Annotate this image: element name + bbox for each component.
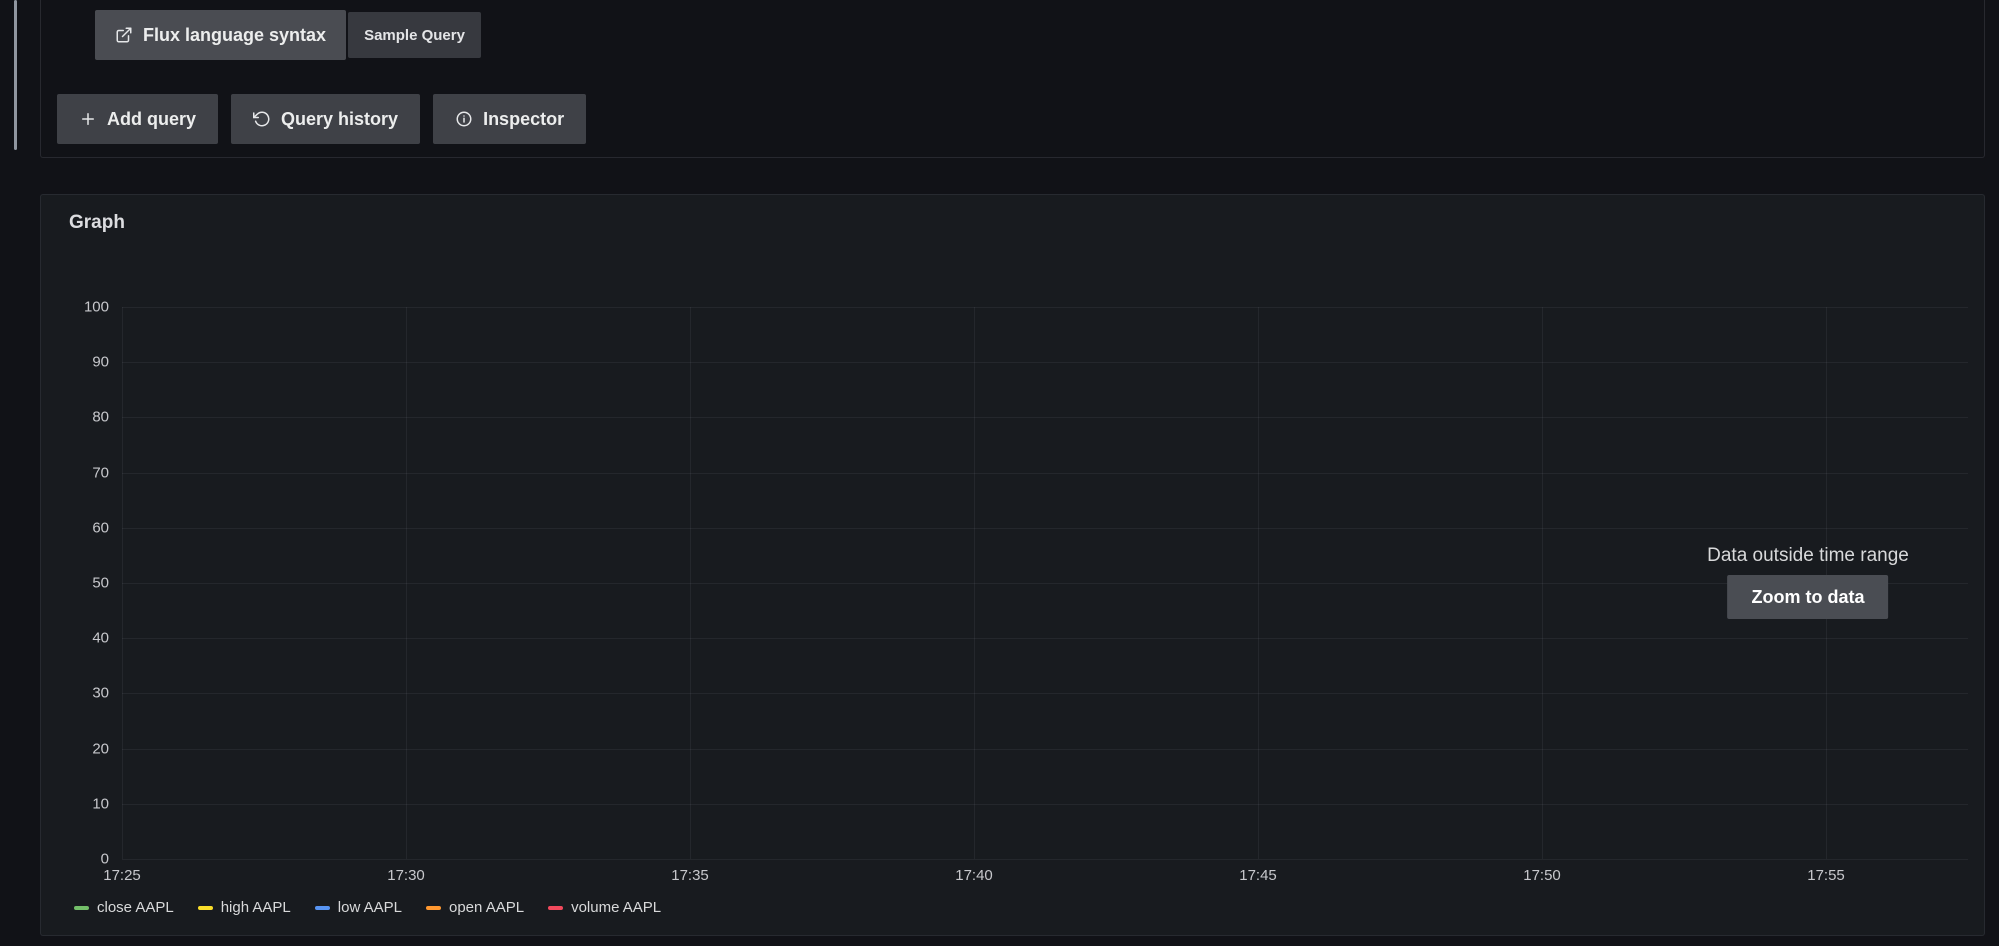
x-axis-tick-label: 17:30 <box>387 867 425 884</box>
query-actions-row: Add query Query history Inspector <box>57 94 587 144</box>
plus-icon <box>79 110 97 128</box>
external-link-icon <box>115 26 133 44</box>
legend-item[interactable]: close AAPL <box>74 899 174 916</box>
scrollbar-thumb[interactable] <box>14 0 17 150</box>
x-axis-tick-label: 17:45 <box>1239 867 1277 884</box>
gridline-vertical <box>974 307 975 859</box>
gridline-horizontal <box>122 693 1968 695</box>
legend-item[interactable]: open AAPL <box>426 899 524 916</box>
gridline-horizontal <box>122 748 1968 750</box>
panel-title: Graph <box>69 212 125 233</box>
legend-series-label: high AAPL <box>220 899 291 916</box>
y-axis-tick-label: 20 <box>92 740 109 758</box>
legend-item[interactable]: volume AAPL <box>548 899 661 916</box>
legend: close AAPL high AAPL low AAPL open AAPL volu… <box>74 899 661 916</box>
x-axis: 17:25 17:30 17:35 17:40 17:45 17:50 17:55 <box>103 867 1968 887</box>
y-axis-tick-label: 0 <box>100 850 109 868</box>
page: { "colors": { "page_bg": "#111217", "pan… <box>0 0 1999 946</box>
legend-series-swatch <box>314 905 330 910</box>
legend-series-swatch <box>74 905 89 910</box>
legend-series-label: close AAPL <box>97 899 174 916</box>
add-query-label: Add query <box>107 108 197 129</box>
y-axis-tick-label: 90 <box>92 353 109 371</box>
query-history-button[interactable]: Query history <box>231 94 421 144</box>
gridline-vertical <box>1542 307 1543 859</box>
gridline-horizontal <box>122 307 1968 308</box>
y-axis: 0 10 20 30 40 50 60 70 80 90 100 <box>41 299 109 868</box>
graph-panel: Graph 0 10 20 30 40 50 60 70 80 90 100 Data outsid… <box>40 194 1985 936</box>
y-axis-tick-label: 60 <box>92 519 109 537</box>
gridline-vertical <box>1258 307 1259 859</box>
inspector-button[interactable]: Inspector <box>433 94 587 144</box>
sample-query-label: Sample Query <box>364 26 465 44</box>
y-axis-tick-label: 80 <box>92 408 109 426</box>
sample-query-button[interactable]: Sample Query <box>348 12 481 58</box>
history-icon <box>253 110 271 128</box>
gridline-horizontal <box>122 583 1968 584</box>
legend-series-label: open AAPL <box>449 899 525 916</box>
x-axis-tick-label: 17:55 <box>1807 867 1845 884</box>
query-history-label: Query history <box>281 108 399 129</box>
gridline-horizontal <box>122 638 1968 640</box>
gridline-horizontal <box>122 362 1968 364</box>
gridline-horizontal <box>122 803 1968 805</box>
legend-item[interactable]: high AAPL <box>197 899 291 916</box>
query-editor-section: Flux language syntax Sample Query Add qu… <box>40 0 1985 158</box>
y-axis-tick-label: 50 <box>92 574 109 592</box>
y-axis-tick-label: 70 <box>92 464 109 482</box>
gridline-vertical <box>406 307 407 859</box>
legend-series-swatch <box>548 905 564 910</box>
legend-series-label: volume AAPL <box>571 899 662 916</box>
out-of-range-message: Data outside time range <box>1707 545 1909 566</box>
gridline-horizontal <box>122 472 1968 474</box>
flux-language-syntax-button[interactable]: Flux language syntax <box>95 10 347 60</box>
legend-item[interactable]: low AAPL <box>314 899 402 916</box>
info-circle-icon <box>455 110 473 128</box>
add-query-button[interactable]: Add query <box>57 94 219 144</box>
y-axis-tick-label: 10 <box>92 795 109 813</box>
flux-button-label: Flux language syntax <box>143 24 327 45</box>
x-axis-tick-label: 17:50 <box>1523 867 1561 884</box>
plot-area[interactable]: Data outside time range Zoom to data <box>122 307 1968 860</box>
gridline-horizontal <box>122 417 1968 419</box>
y-axis-tick-label: 100 <box>83 298 109 316</box>
gridline-horizontal <box>122 527 1968 529</box>
x-axis-tick-label: 17:25 <box>103 867 141 884</box>
legend-series-label: low AAPL <box>337 899 402 916</box>
gridline-vertical <box>690 307 691 859</box>
inspector-label: Inspector <box>483 108 565 129</box>
gridline-horizontal <box>122 859 1968 860</box>
panel-header[interactable]: Graph <box>41 195 1984 251</box>
flux-row: Flux language syntax Sample Query <box>95 10 481 60</box>
y-axis-tick-label: 40 <box>92 629 109 647</box>
y-axis-tick-label: 30 <box>92 684 109 702</box>
legend-series-swatch <box>197 905 213 910</box>
out-of-range-overlay: Data outside time range Zoom to data <box>1707 545 1909 619</box>
x-axis-tick-label: 17:40 <box>955 867 993 884</box>
gridline-vertical <box>122 307 123 859</box>
legend-series-swatch <box>426 905 441 910</box>
zoom-to-data-button[interactable]: Zoom to data <box>1727 575 1889 619</box>
x-axis-tick-label: 17:35 <box>671 867 709 884</box>
